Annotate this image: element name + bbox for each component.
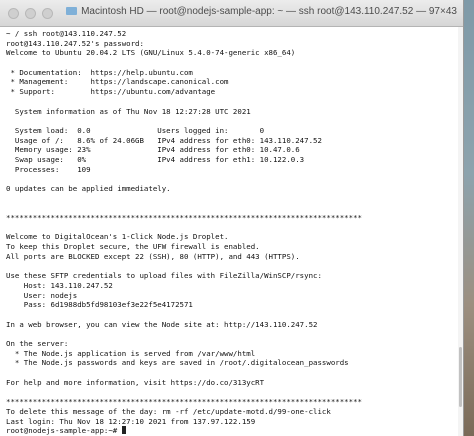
- terminal-line: Processes: 109: [6, 164, 91, 174]
- folder-icon: [66, 7, 78, 15]
- terminal-line: 0 updates can be applied immediately.: [6, 184, 171, 193]
- terminal-line: Welcome to DigitalOcean's 1-Click Node.j…: [6, 232, 229, 242]
- terminal-output[interactable]: ~ / ssh root@143.110.247.52 root@143.110.…: [6, 29, 459, 436]
- terminal-line: * Support: https://ubuntu.com/advantage: [6, 87, 216, 97]
- terminal-line: For help and more information, visit htt…: [6, 377, 265, 387]
- terminal-line: ****************************************…: [6, 397, 362, 407]
- terminal-line: To delete this message of the day: rm -r…: [6, 406, 331, 416]
- close-button[interactable]: [8, 8, 19, 19]
- scrollbar-thumb[interactable]: [459, 347, 462, 407]
- terminal-line: * Management: https://landscape.canonica…: [6, 77, 229, 87]
- terminal-line: On the server:: [6, 339, 69, 348]
- zoom-button[interactable]: [42, 8, 53, 19]
- window-controls: [8, 8, 53, 19]
- terminal-line: ~ / ssh root@143.110.247.52: [6, 29, 127, 38]
- terminal-line: All ports are BLOCKED except 22 (SSH), 8…: [6, 251, 300, 261]
- text-cursor: [121, 426, 126, 435]
- window-title: Macintosh HD — root@nodejs-sample-app: ~…: [60, 6, 463, 17]
- terminal-line: root@143.110.247.52's password:: [6, 38, 144, 48]
- terminal-line: To keep this Droplet secure, the UFW fir…: [6, 242, 260, 252]
- terminal-line: In a web browser, you can view the Node …: [6, 319, 318, 329]
- title-bar[interactable]: Macintosh HD — root@nodejs-sample-app: ~…: [0, 0, 463, 27]
- terminal-line: System information as of Thu Nov 18 12:2…: [6, 106, 251, 116]
- terminal-line: Pass: 6d1988db5fd98103ef3e22f5e4172571: [6, 300, 193, 310]
- terminal-line: * The Node.js passwords and keys are sav…: [6, 358, 349, 368]
- window-title-text: Macintosh HD — root@nodejs-sample-app: ~…: [81, 6, 457, 17]
- terminal-line: Usage of /: 8.6% of 24.06GB IPv4 address…: [6, 135, 322, 145]
- terminal-line: root@nodejs-sample-app:~#: [6, 426, 459, 436]
- terminal-line: Swap usage: 0% IPv4 address for eth1: 10…: [6, 154, 305, 164]
- terminal-line: Memory usage: 23% IPv4 address for eth0:…: [6, 145, 300, 155]
- terminal-line: Last login: Thu Nov 18 12:27:10 2021 fro…: [6, 416, 256, 426]
- scrollbar[interactable]: [458, 27, 463, 436]
- terminal-line: Welcome to Ubuntu 20.04.2 LTS (GNU/Linux…: [6, 48, 296, 58]
- terminal-line: * The Node.js application is served from…: [6, 348, 256, 358]
- terminal-line: * Documentation: https://help.ubuntu.com: [6, 67, 193, 77]
- terminal-line: System load: 0.0 Users logged in: 0: [6, 125, 265, 135]
- terminal-line: User: nodejs: [6, 290, 78, 300]
- terminal-line: ****************************************…: [6, 213, 362, 223]
- terminal-window: Macintosh HD — root@nodejs-sample-app: ~…: [0, 0, 464, 436]
- terminal-line: Use these SFTP credentials to upload fil…: [6, 271, 322, 281]
- minimize-button[interactable]: [25, 8, 36, 19]
- terminal-line: Host: 143.110.247.52: [6, 280, 113, 290]
